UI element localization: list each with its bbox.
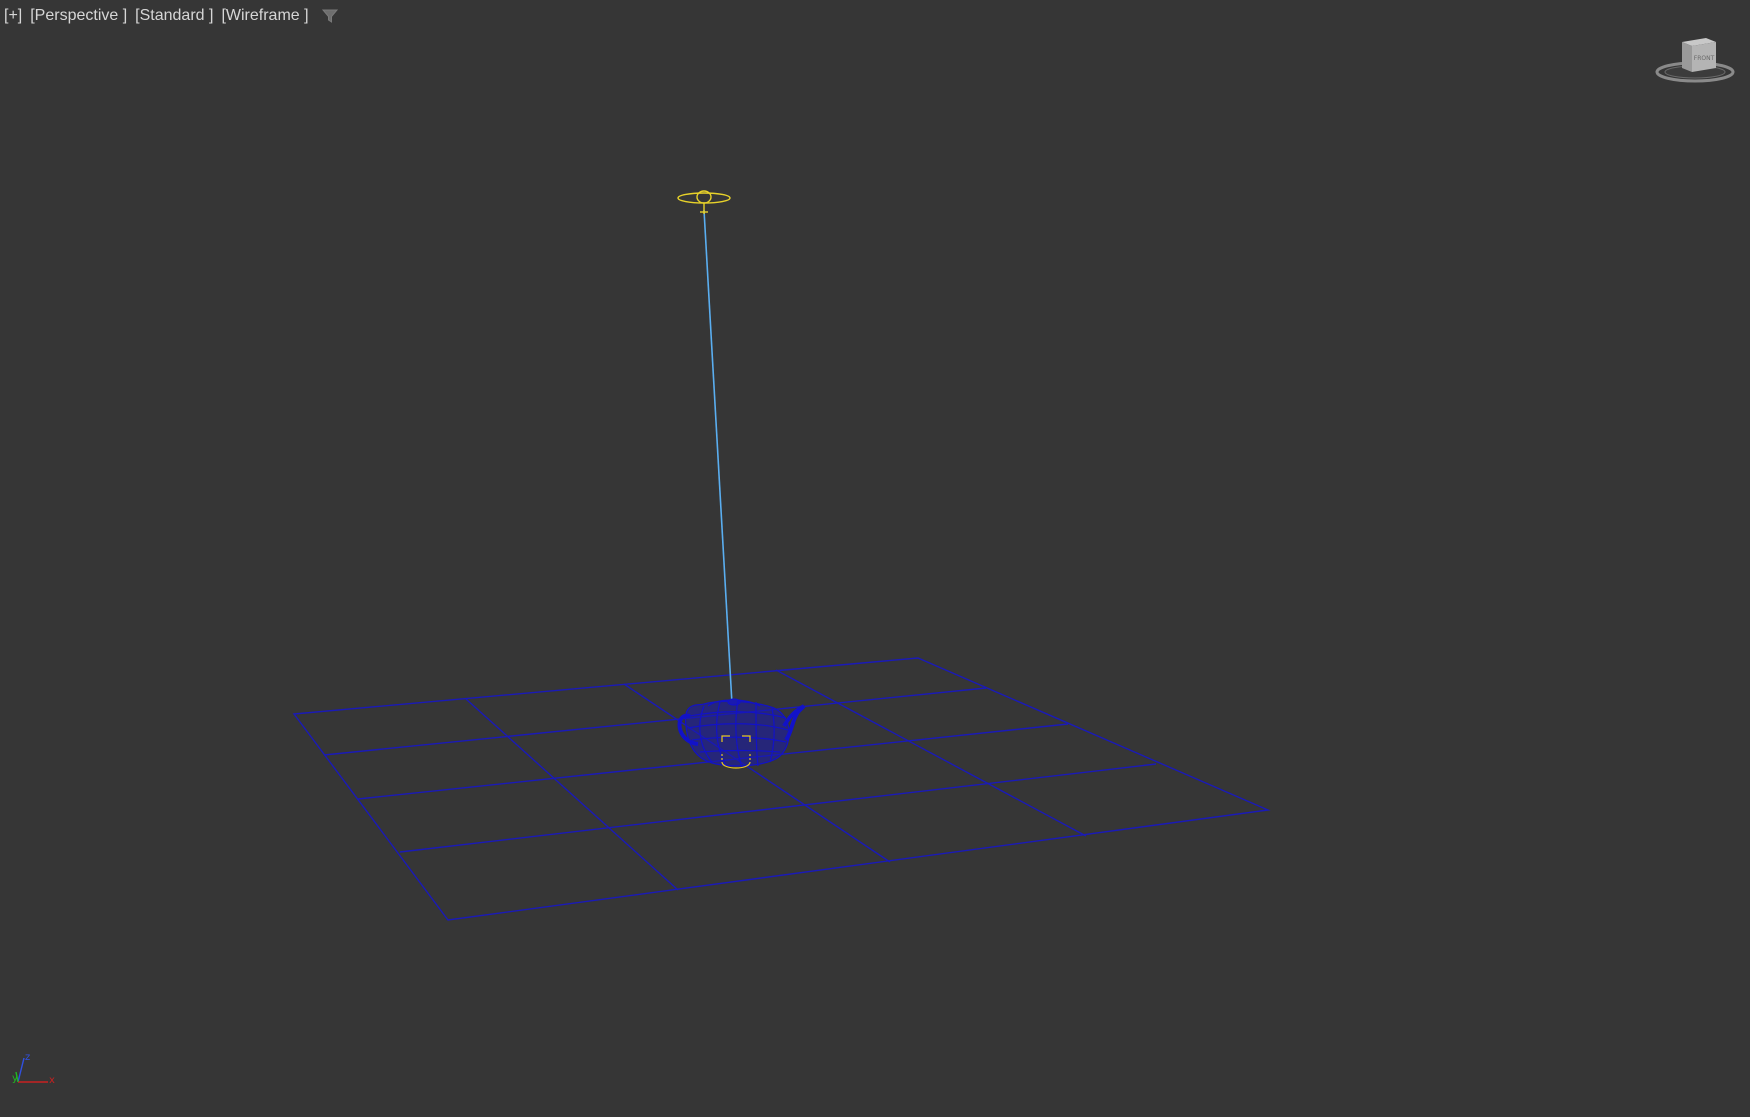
axis-z-label: z (25, 1052, 30, 1063)
viewcube-icon: FRONT (1655, 38, 1735, 83)
perspective-viewport[interactable]: [+] [Perspective ] [Standard ] [Wirefram… (0, 0, 1750, 1117)
teapot-object[interactable] (677, 698, 806, 769)
light-gizmo[interactable] (677, 190, 731, 214)
plane-grid-line (775, 669, 1087, 837)
axis-x-label: x (49, 1075, 55, 1086)
axis-tripod: z x y (10, 1052, 60, 1092)
plane-object[interactable] (292, 657, 1271, 921)
axis-y-label: y (12, 1073, 18, 1084)
plane-grid-line (323, 687, 987, 756)
light-target-line (703, 209, 733, 705)
light-gizmo-ring (677, 192, 731, 204)
viewcube[interactable]: FRONT (1650, 30, 1740, 90)
scene-canvas[interactable] (0, 0, 1750, 1117)
plane-grid-line (399, 763, 1157, 853)
viewcube-face-label: FRONT (1694, 55, 1715, 62)
plane-grid-line (465, 698, 679, 891)
teapot-body (684, 700, 790, 767)
teapot-spout (782, 704, 806, 742)
